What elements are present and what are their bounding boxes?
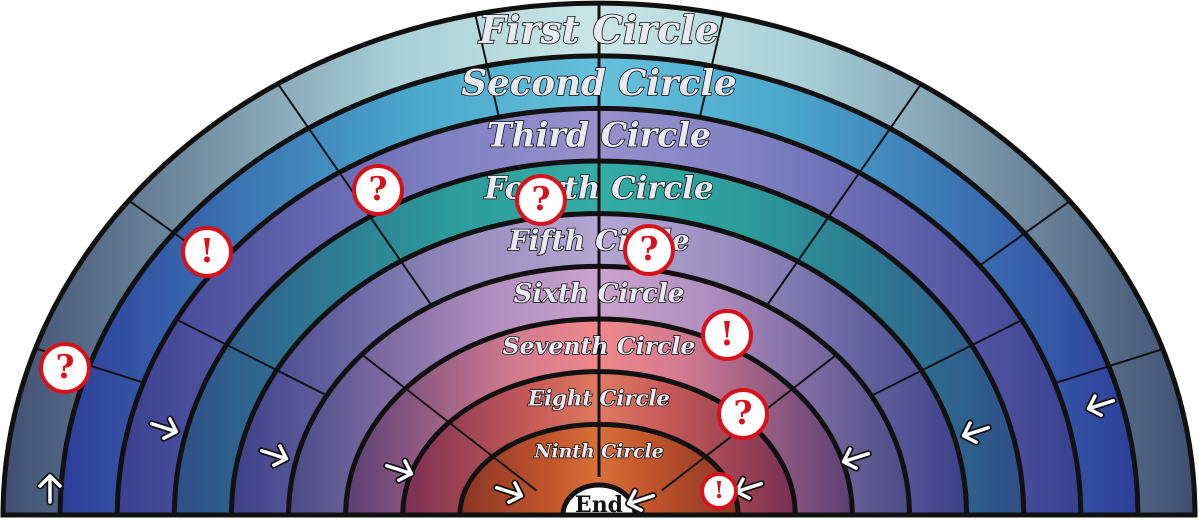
exclamation-token-icon[interactable]: !	[181, 226, 233, 278]
question-token-icon[interactable]: ?	[39, 342, 91, 394]
question-token-icon[interactable]: ?	[623, 224, 675, 276]
svg-text:!: !	[714, 477, 724, 504]
svg-text:?: ?	[532, 180, 551, 218]
ring-label-1: First Circle	[478, 7, 719, 52]
svg-text:?: ?	[56, 348, 75, 386]
ring-label-2: Second Circle	[461, 63, 736, 104]
game-board: First CircleSecond CircleThird CircleFou…	[0, 0, 1198, 518]
question-token-icon[interactable]: ?	[515, 174, 567, 226]
svg-text:!: !	[200, 232, 214, 270]
exclamation-token-icon[interactable]: !	[701, 309, 753, 361]
end-label: End	[575, 492, 623, 518]
ring-label-3: Third Circle	[487, 116, 711, 155]
svg-text:?: ?	[640, 230, 659, 268]
question-token-icon[interactable]: ?	[717, 388, 769, 440]
svg-text:?: ?	[369, 170, 388, 208]
svg-text:!: !	[720, 315, 734, 353]
ring-label-8: Eight Circle	[527, 386, 670, 411]
ring-label-9: Ninth Circle	[533, 440, 663, 462]
exclamation-token-icon[interactable]: !	[700, 472, 738, 510]
ring-label-6: Sixth Circle	[514, 279, 685, 309]
question-token-icon[interactable]: ?	[352, 164, 404, 216]
ring-label-7: Seventh Circle	[503, 332, 696, 360]
svg-text:?: ?	[734, 394, 753, 432]
